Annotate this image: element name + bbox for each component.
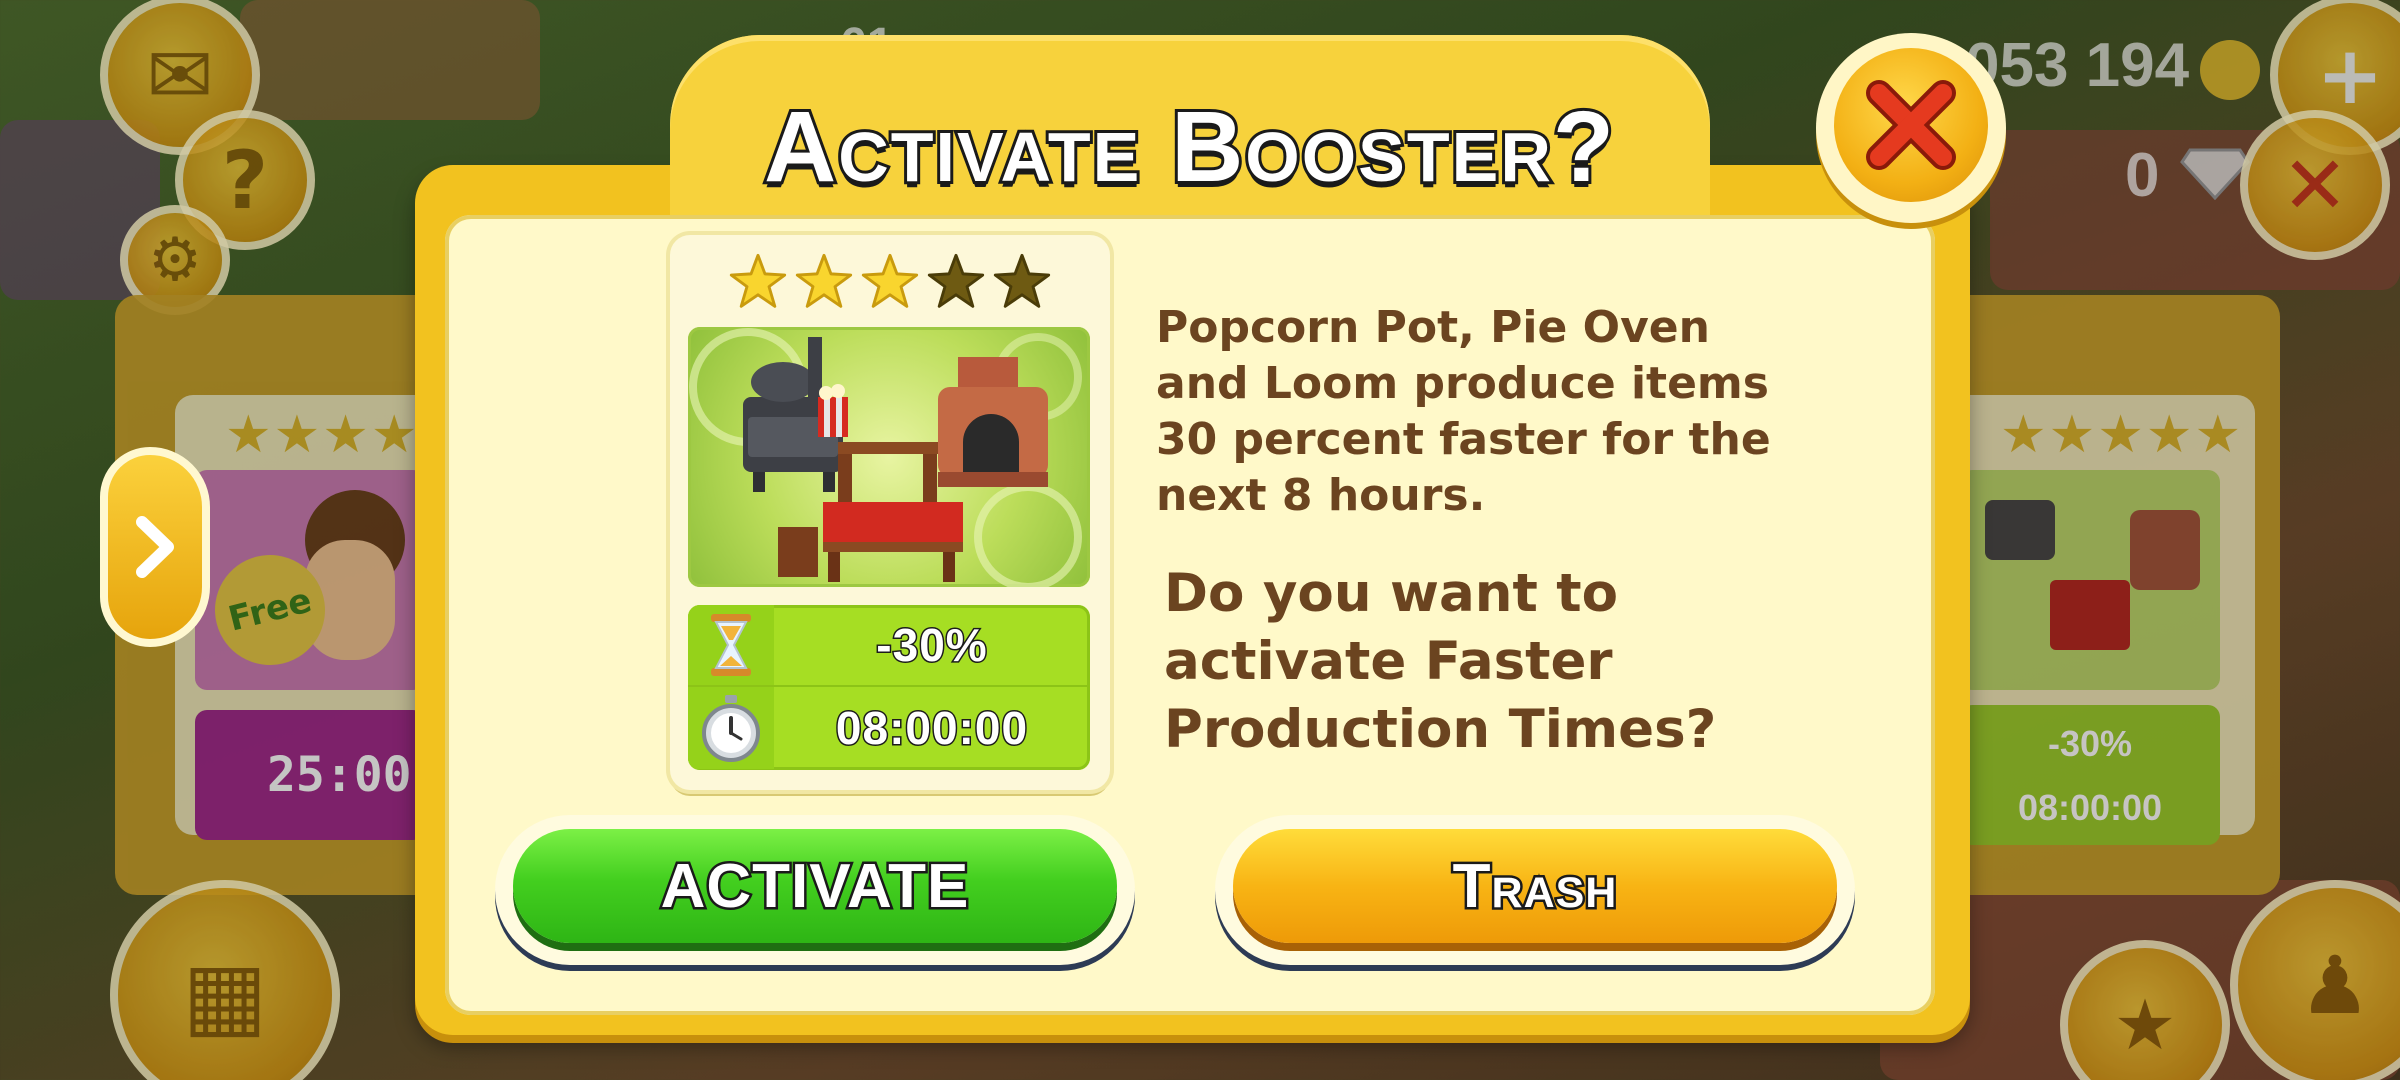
- chevron-right-icon: [136, 516, 174, 578]
- star-filled-icon: [861, 253, 919, 308]
- booster-illustration: [689, 328, 1082, 587]
- booster-card: -30% 08:00:00: [670, 235, 1110, 790]
- booster-duration: 08:00:00: [834, 701, 1029, 756]
- activation-question: Do you want to activate Faster Productio…: [1164, 563, 1717, 760]
- activate-button[interactable]: ACTIVATE: [513, 829, 1117, 943]
- star-empty-icon: [993, 253, 1051, 308]
- close-icon: [1866, 80, 1956, 170]
- booster-stats: -30% 08:00:00: [688, 605, 1090, 770]
- dialog-title: Activate Booster?: [761, 88, 1617, 206]
- booster-reduction: -30%: [875, 618, 988, 673]
- hourglass-cell: [688, 605, 774, 685]
- stopwatch-icon: [702, 695, 760, 762]
- booster-image: [688, 327, 1090, 587]
- star-empty-icon: [927, 253, 985, 308]
- pie-oven-icon: [938, 357, 1048, 487]
- duration-row: 08:00:00: [688, 687, 1090, 769]
- trash-button[interactable]: Trash: [1233, 829, 1837, 943]
- booster-description: Popcorn Pot, Pie Oven and Loom produce i…: [1156, 302, 1771, 521]
- star-filled-icon: [795, 253, 853, 308]
- reduction-row: -30%: [688, 605, 1090, 687]
- previous-booster-arrow[interactable]: [100, 447, 210, 647]
- hourglass-icon: [711, 614, 751, 676]
- trash-button-frame: Trash: [1215, 815, 1855, 965]
- star-filled-icon: [729, 253, 787, 308]
- activate-button-frame: ACTIVATE: [495, 815, 1135, 965]
- stopwatch-cell: [688, 687, 774, 769]
- close-button-face: [1834, 48, 1988, 202]
- booster-stars: [670, 253, 1110, 311]
- close-dialog-button[interactable]: [1816, 33, 2006, 223]
